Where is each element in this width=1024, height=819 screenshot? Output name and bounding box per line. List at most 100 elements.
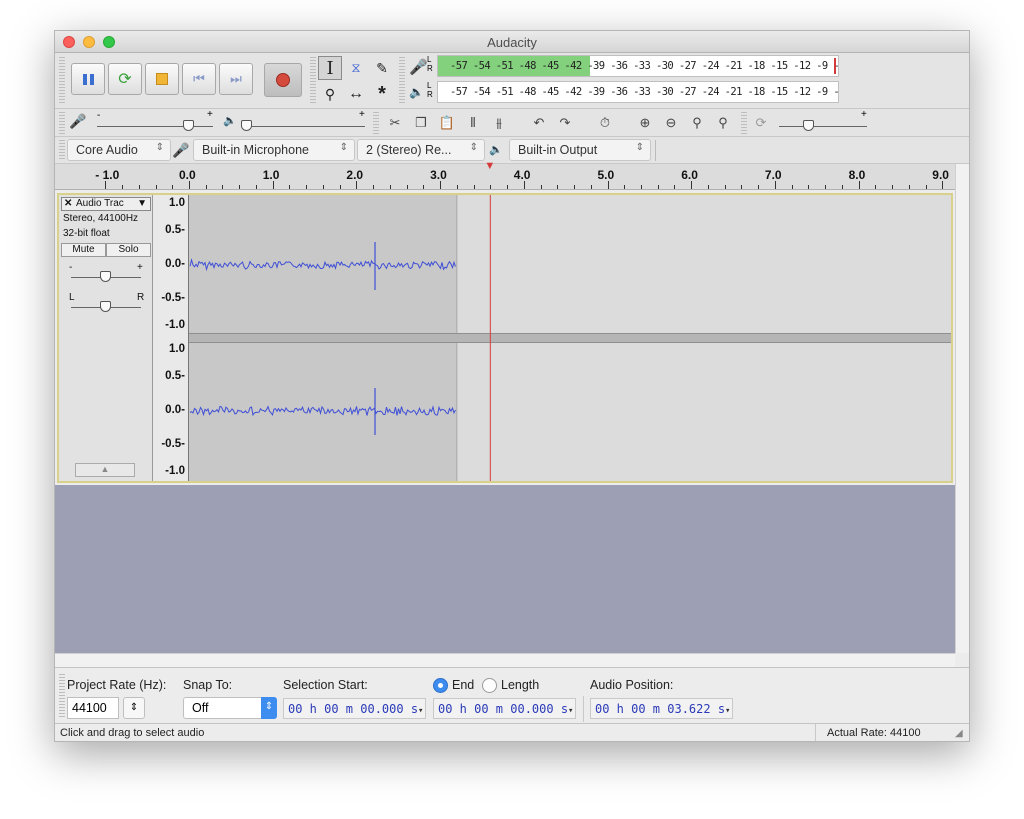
recording-device-value: Built-in Microphone [202, 143, 309, 157]
playback-speed-max-label: + [861, 109, 867, 120]
ruler-tick [356, 181, 358, 189]
output-volume-slider[interactable] [241, 126, 365, 127]
select-arrows-icon: ⇕ [469, 142, 478, 153]
zoom-tool[interactable]: ⚲ [318, 82, 342, 106]
playback-speed-slider[interactable] [779, 126, 867, 127]
time-format-arrow-icon[interactable]: ▾ [568, 706, 573, 716]
redo-button[interactable]: ↷ [553, 112, 577, 134]
fit-project-button[interactable]: ⚲ [711, 112, 735, 134]
skip-to-start-button[interactable]: ⏮ [182, 63, 216, 95]
snap-to-select[interactable]: Off ⇕ [183, 697, 277, 719]
horizontal-scrollbar[interactable] [55, 653, 955, 667]
fit-project-icon: ⚲ [718, 115, 728, 130]
resize-grip-icon[interactable]: ◢ [955, 728, 963, 739]
time-shift-tool[interactable]: ↔ [344, 82, 368, 106]
ruler-tick [607, 181, 609, 189]
silence-button[interactable]: ⫵ [487, 112, 511, 134]
play-at-speed-button[interactable]: ⟳ [749, 112, 773, 134]
status-divider [815, 724, 816, 741]
selection-toolbar-grip[interactable] [59, 674, 65, 718]
input-volume-slider[interactable] [97, 126, 213, 127]
project-rate-input[interactable]: 44100 [67, 697, 119, 719]
track-name: Audio Trac [76, 198, 124, 209]
input-volume-thumb[interactable] [183, 120, 194, 131]
timeline-ruler[interactable]: - 1.0 0.0 1.0 2.0 3.0 4.0 5.0 6.0 7.0 8.0 9.0 ▼ [55, 160, 969, 190]
tools-grip[interactable] [310, 57, 316, 105]
project-rate-stepper[interactable]: ⇕ [123, 697, 145, 719]
ruler-tick [440, 181, 442, 189]
selection-tool[interactable]: I [318, 56, 342, 80]
end-radio[interactable] [433, 678, 448, 693]
zoom-in-button[interactable]: ⊕ [633, 112, 657, 134]
record-meter[interactable]: -57 -54 -51 -48 -45 -42 -39 -36 -33 -30 … [437, 55, 839, 77]
paste-button[interactable]: 📋 [435, 112, 459, 134]
output-volume-thumb[interactable] [241, 120, 252, 131]
selection-toolbar: Project Rate (Hz): 44100 ⇕ Snap To: Off … [55, 667, 969, 723]
time-format-arrow-icon[interactable]: ▾ [725, 706, 730, 716]
playback-meter[interactable]: -57 -54 -51 -48 -45 -42 -39 -36 -33 -30 … [437, 81, 839, 103]
pencil-icon: ✎ [376, 59, 388, 76]
ruler-tick [741, 185, 743, 189]
track-name-menu[interactable]: ✕ Audio Trac ▼ [61, 197, 151, 211]
playback-meter-speaker-icon[interactable]: 🔈 [409, 85, 424, 99]
solo-button[interactable]: Solo [106, 243, 151, 257]
stop-button[interactable] [145, 63, 179, 95]
playback-device-select[interactable]: Built-in Output ⇕ [509, 139, 651, 161]
empty-project-area[interactable] [55, 485, 955, 653]
trim-button[interactable]: ⫴ [461, 112, 485, 134]
device-grip[interactable] [59, 140, 65, 161]
length-radio[interactable] [482, 678, 497, 693]
record-button[interactable] [264, 63, 302, 97]
toolbar-grip[interactable] [59, 57, 65, 105]
collapse-track-button[interactable]: ▲ [75, 463, 135, 477]
selection-start-time[interactable]: 00 h 00 m 00.000 s▾ [283, 698, 426, 719]
vertical-scrollbar[interactable] [955, 164, 969, 653]
selection-start-value: 00 h 00 m 00.000 s [288, 702, 419, 716]
envelope-tool[interactable]: ⧖ [344, 56, 368, 80]
copy-button[interactable]: ❐ [409, 112, 433, 134]
i-beam-icon: I [326, 57, 334, 79]
recording-device-select[interactable]: Built-in Microphone ⇕ [193, 139, 355, 161]
playhead-marker-icon[interactable]: ▼ [484, 160, 495, 172]
scale-label: -1.0 [165, 319, 185, 331]
ruler-tick [389, 185, 391, 189]
multi-tool[interactable]: * [370, 82, 394, 106]
close-track-icon[interactable]: ✕ [64, 198, 72, 209]
ruler-tick [507, 185, 509, 189]
gain-thumb[interactable] [100, 271, 111, 282]
scale-label: 1.0 [169, 197, 185, 209]
ruler-tick [774, 181, 776, 189]
silence-audio-icon: ⫵ [496, 115, 502, 130]
playback-speed-thumb[interactable] [803, 120, 814, 131]
pause-button[interactable] [71, 63, 105, 95]
time-format-arrow-icon[interactable]: ▾ [418, 706, 423, 716]
waveform-display[interactable] [189, 195, 951, 481]
input-volume-max-label: + [207, 109, 213, 120]
ruler-label: 6.0 [681, 168, 698, 182]
track-format-info: Stereo, 44100Hz [63, 213, 139, 224]
draw-tool[interactable]: ✎ [370, 56, 394, 80]
audio-position-time[interactable]: 00 h 00 m 03.622 s▾ [590, 698, 733, 719]
pan-thumb[interactable] [100, 301, 111, 312]
audio-track[interactable]: ✕ Audio Trac ▼ Stereo, 44100Hz 32-bit fl… [57, 193, 953, 483]
cut-button[interactable]: ✂ [383, 112, 407, 134]
zoom-out-icon: ⊖ [665, 115, 677, 130]
meter-grip[interactable] [399, 57, 405, 105]
recording-channels-select[interactable]: 2 (Stereo) Re... ⇕ [357, 139, 485, 161]
magnifier-icon: ⚲ [324, 85, 336, 102]
vertical-scale-left[interactable]: 1.0 0.5- 0.0- -0.5- -1.0 1.0 0.5- 0.0- -… [153, 195, 189, 481]
audio-host-select[interactable]: Core Audio ⇕ [67, 139, 171, 161]
mixer-grip[interactable] [59, 112, 65, 134]
play-button[interactable]: ⟳ [108, 63, 142, 95]
sync-lock-button[interactable]: ⏱ [593, 112, 617, 134]
record-meter-mic-icon[interactable]: 🎤 [409, 58, 428, 76]
zoom-out-button[interactable]: ⊖ [659, 112, 683, 134]
skip-to-end-button[interactable]: ⏭ [219, 63, 253, 95]
play-at-speed-grip[interactable] [741, 112, 747, 134]
selection-end-time[interactable]: 00 h 00 m 00.000 s▾ [433, 698, 576, 719]
track-menu-arrow-icon[interactable]: ▼ [137, 198, 147, 209]
undo-button[interactable]: ↶ [527, 112, 551, 134]
edit-grip[interactable] [373, 112, 379, 134]
fit-selection-button[interactable]: ⚲ [685, 112, 709, 134]
mute-button[interactable]: Mute [61, 243, 106, 257]
